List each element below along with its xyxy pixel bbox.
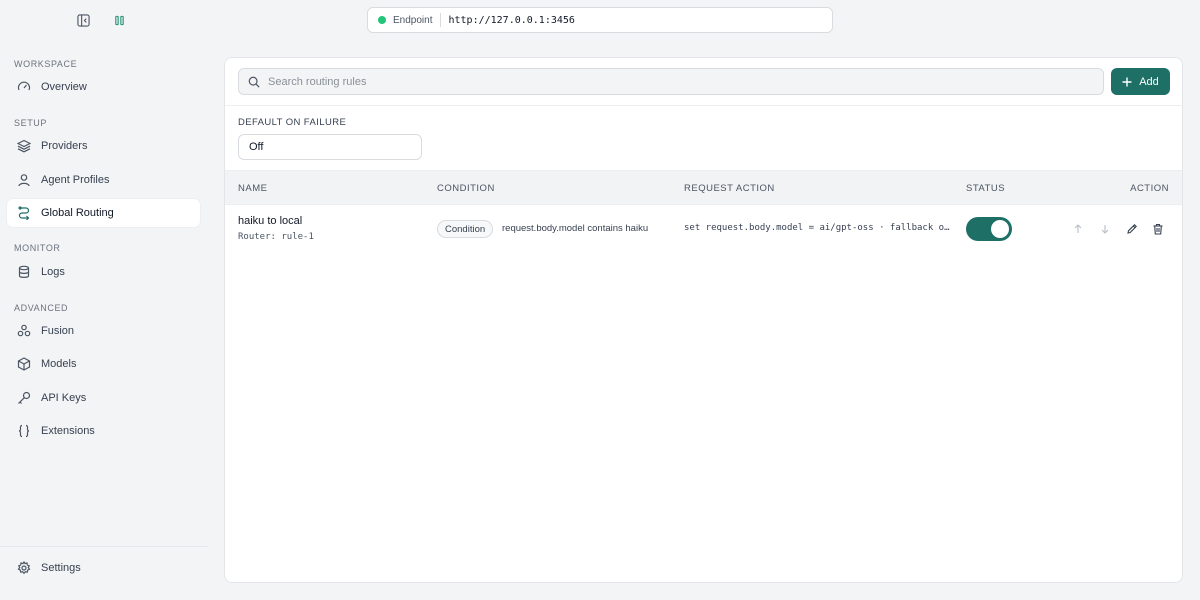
search-box[interactable] xyxy=(238,68,1104,95)
key-icon xyxy=(18,391,31,404)
endpoint-separator xyxy=(440,13,442,27)
default-on-failure-label: DEFAULT ON FAILURE xyxy=(238,117,347,128)
rule-router: Router: rule-1 xyxy=(238,232,314,242)
database-icon xyxy=(18,265,30,278)
sidebar-top-controls xyxy=(75,12,127,28)
default-on-failure-select[interactable]: Off xyxy=(238,134,422,160)
sidebar-item-label: Overview xyxy=(41,81,87,93)
search-input[interactable] xyxy=(268,75,1103,88)
sidebar-item-label: Agent Profiles xyxy=(41,174,110,186)
cube-icon xyxy=(17,357,31,371)
condition-badge: Condition xyxy=(437,220,494,238)
section-label-workspace: WORKSPACE xyxy=(14,59,78,69)
edit-icon[interactable] xyxy=(1125,222,1139,236)
routing-icon xyxy=(18,206,30,220)
rule-status-toggle[interactable] xyxy=(966,217,1012,241)
table-row: haiku to local Router: rule-1 Condition … xyxy=(225,206,1182,250)
routing-panel: Add DEFAULT ON FAILURE Off NAME CONDITIO… xyxy=(224,57,1183,583)
column-header-condition: CONDITION xyxy=(437,183,495,194)
plus-icon xyxy=(1122,77,1132,86)
divider xyxy=(225,105,1182,106)
endpoint-bar[interactable]: Endpoint http://127.0.0.1:3456 xyxy=(367,7,833,33)
endpoint-url[interactable]: http://127.0.0.1:3456 xyxy=(448,15,574,26)
sidebar-item-label: Logs xyxy=(41,266,65,278)
sidebar-item-overview[interactable]: Overview xyxy=(7,73,200,101)
section-label-setup: SETUP xyxy=(14,118,48,128)
sidebar-item-providers[interactable]: Providers xyxy=(7,132,200,160)
status-dot xyxy=(378,16,386,24)
sidebar-item-models[interactable]: Models xyxy=(7,350,200,378)
table-header: NAME CONDITION REQUEST ACTION STATUS ACT… xyxy=(225,170,1182,205)
sidebar-item-label: Fusion xyxy=(41,325,75,337)
section-label-advanced: ADVANCED xyxy=(14,303,69,313)
layers-icon xyxy=(17,139,31,153)
delete-icon[interactable] xyxy=(1151,222,1165,236)
toggle-knob xyxy=(991,220,1009,238)
sidebar-item-settings[interactable]: Settings xyxy=(7,554,200,582)
endpoint-label: Endpoint xyxy=(393,14,433,26)
collapse-sidebar-icon[interactable] xyxy=(75,12,91,28)
sidebar-item-label: Models xyxy=(41,358,77,370)
sidebar-item-label: Providers xyxy=(41,140,88,152)
column-header-action: ACTION xyxy=(1130,183,1169,194)
pause-icon[interactable] xyxy=(111,12,127,28)
search-icon xyxy=(248,76,260,88)
add-rule-button[interactable]: Add xyxy=(1111,68,1170,95)
sidebar-divider xyxy=(0,546,208,547)
gauge-icon xyxy=(17,81,31,91)
sidebar-item-label: API Keys xyxy=(41,392,87,404)
sidebar-item-extensions[interactable]: Extensions xyxy=(7,417,200,445)
default-on-failure-value: Off xyxy=(249,141,264,153)
gear-icon xyxy=(17,561,31,575)
sidebar-item-label: Global Routing xyxy=(41,207,114,219)
user-icon xyxy=(18,174,30,187)
column-header-status: STATUS xyxy=(966,183,1006,194)
sidebar: WORKSPACE Overview SETUP Providers Agent… xyxy=(0,0,208,600)
sidebar-item-api-keys[interactable]: API Keys xyxy=(7,384,200,412)
fusion-icon xyxy=(17,324,31,337)
rule-name: haiku to local xyxy=(238,215,303,227)
sidebar-item-label: Settings xyxy=(41,562,81,574)
braces-icon xyxy=(18,424,30,438)
condition-text: request.body.model contains haiku xyxy=(502,223,649,234)
section-label-monitor: MONITOR xyxy=(14,243,61,253)
sidebar-item-global-routing[interactable]: Global Routing xyxy=(7,199,200,227)
move-up-icon[interactable] xyxy=(1071,222,1085,236)
sidebar-item-fusion[interactable]: Fusion xyxy=(7,317,200,345)
sidebar-item-label: Extensions xyxy=(41,425,95,437)
sidebar-item-logs[interactable]: Logs xyxy=(7,258,200,286)
column-header-name: NAME xyxy=(238,183,268,194)
add-button-label: Add xyxy=(1139,75,1159,88)
column-header-request-action: REQUEST ACTION xyxy=(684,183,775,194)
sidebar-item-agent-profiles[interactable]: Agent Profiles xyxy=(7,166,200,194)
request-action-text: set request.body.model = ai/gpt-oss · fa… xyxy=(684,223,950,233)
move-down-icon[interactable] xyxy=(1098,222,1112,236)
